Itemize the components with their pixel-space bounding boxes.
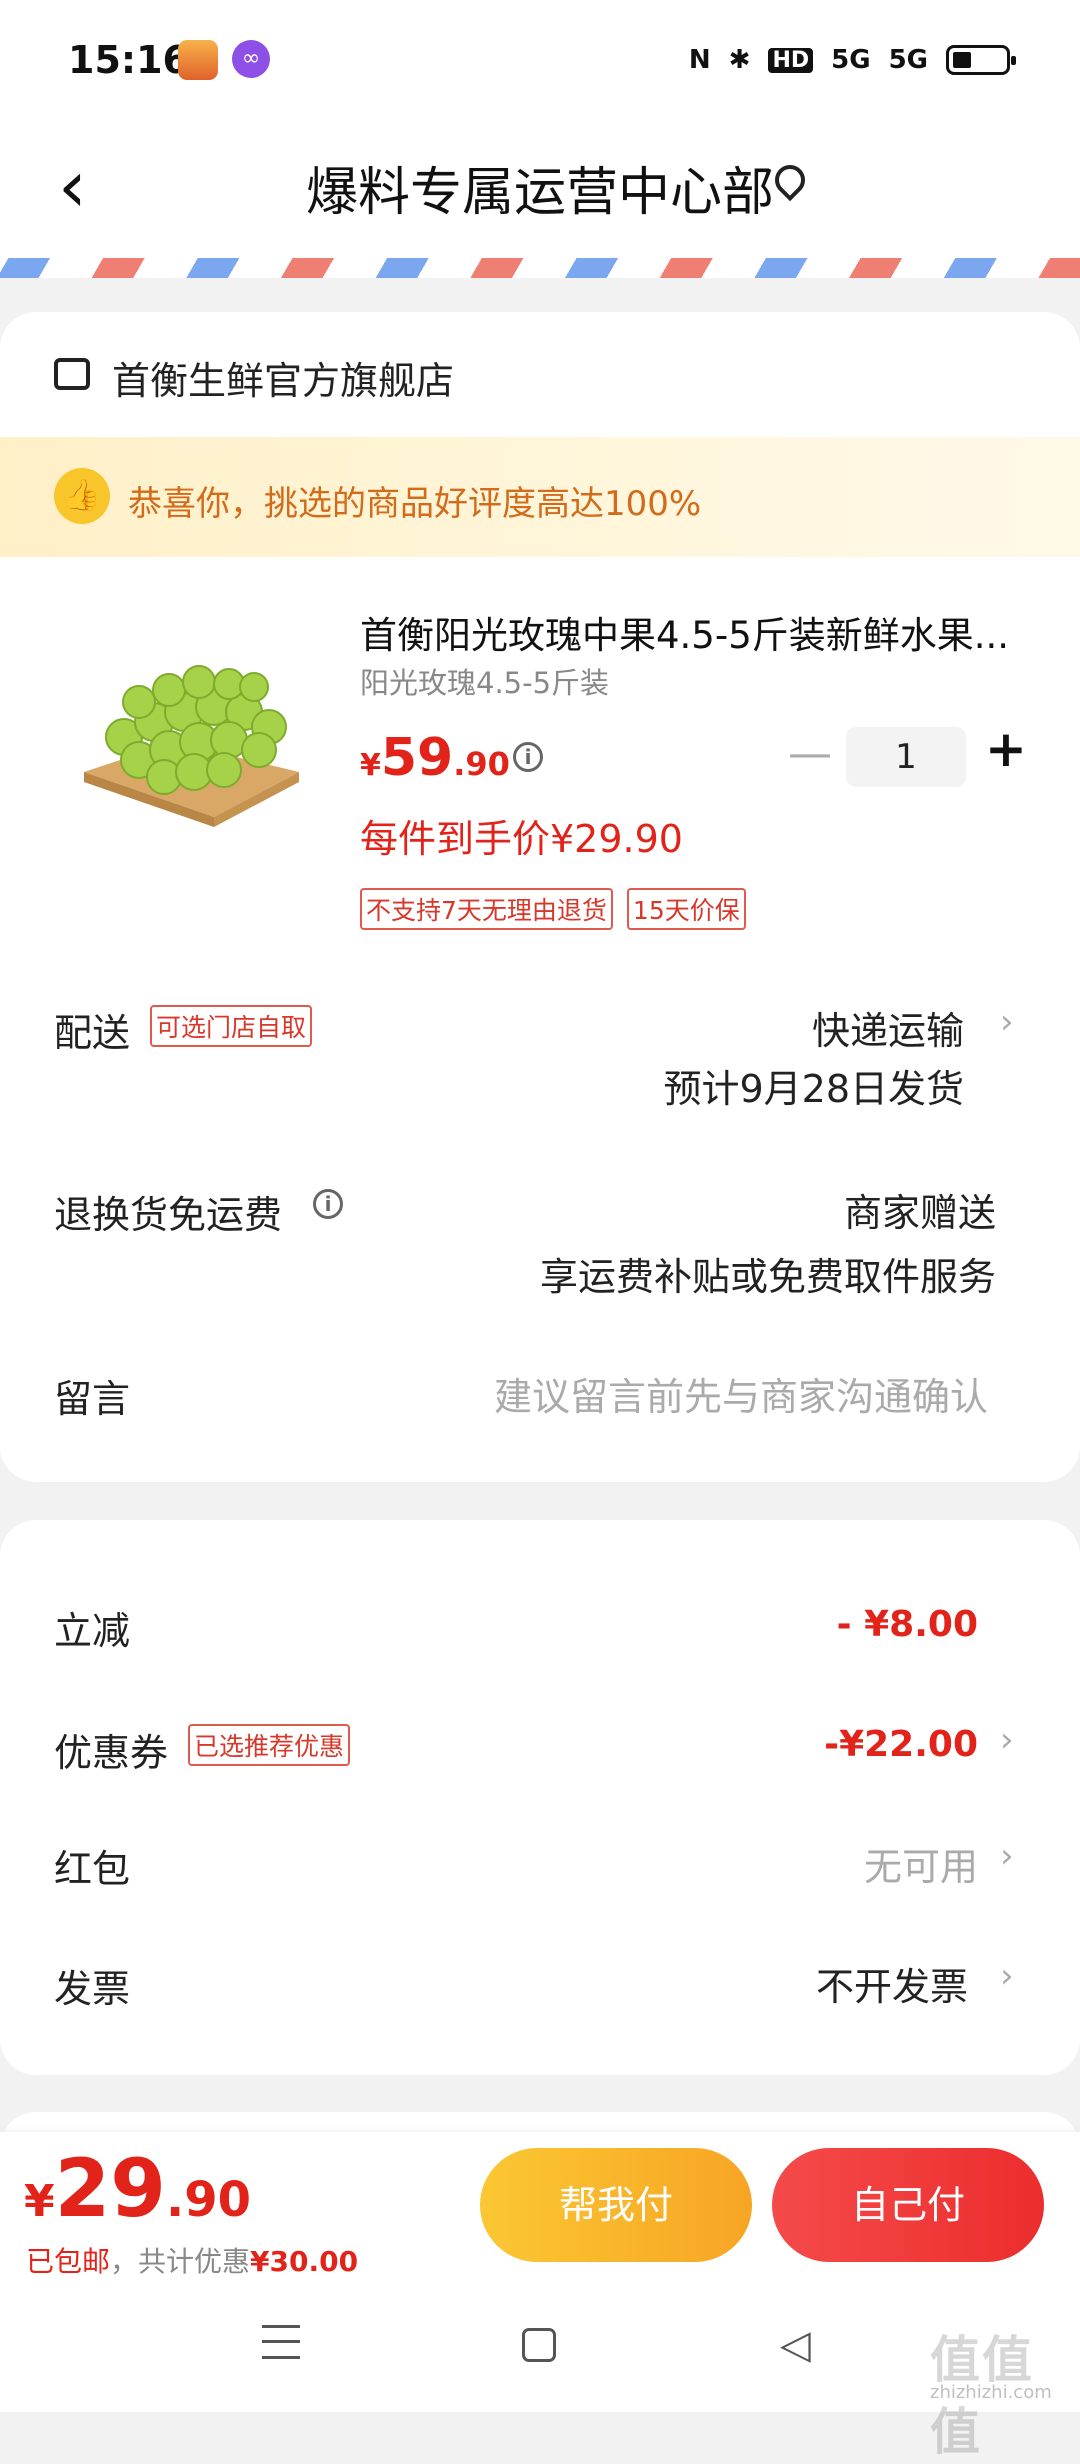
red-packet-value[interactable]: 无可用 (864, 1836, 978, 1891)
invoice-value[interactable]: 不开发票 (816, 1956, 968, 2011)
praise-text: 恭喜你，挑选的商品好评度高达100% (128, 484, 702, 524)
price-info-icon[interactable]: i (513, 742, 543, 772)
signal-5g-icon: 5G (831, 45, 871, 75)
recent-apps-icon[interactable] (262, 2325, 300, 2359)
return-shipping-value: 商家赠送 (843, 1191, 996, 1235)
delivery-estimate: 预计9月28日发货 (663, 1067, 964, 1111)
coupon-chevron-icon[interactable]: › (1000, 1720, 1014, 1760)
savings-label: ，共计优惠 (110, 2245, 251, 2278)
quantity-input[interactable]: 1 (846, 727, 966, 787)
final-unit-price: 每件到手价¥29.90 (360, 817, 683, 861)
price-currency: ¥ (360, 748, 381, 783)
quantity-plus-button[interactable]: + (985, 720, 1027, 778)
nav-back-icon[interactable]: ◁ (780, 2322, 811, 2368)
instant-discount-value: - ¥8.00 (836, 1604, 978, 1645)
home-icon[interactable] (522, 2328, 556, 2362)
delivery-label: 配送 (54, 1011, 131, 1055)
watermark-url: zhizhizhi.com (930, 2382, 1052, 2403)
product-tags: 不支持7天无理由退货 15天价保 (360, 888, 746, 930)
taobao-app-icon (178, 40, 218, 80)
price-decimal: .90 (453, 745, 510, 783)
signal-5g-icon-2: 5G (888, 45, 928, 75)
red-packet-label: 红包 (54, 1847, 131, 1891)
product-title[interactable]: 首衡阳光玫瑰中果4.5-5斤装新鲜水果... (360, 605, 1020, 659)
total-integer: 29 (54, 2142, 166, 2235)
red-packet-chevron-icon[interactable]: › (1000, 1836, 1014, 1876)
nfc-icon: N (688, 45, 711, 75)
delivery-method[interactable]: 快递运输 (812, 1000, 964, 1055)
price-integer: 59 (380, 728, 454, 788)
coupon-label: 优惠券 (54, 1731, 169, 1775)
savings-value: ¥30.00 (250, 2245, 359, 2278)
product-spec[interactable]: 阳光玫瑰4.5-5斤装 (360, 660, 609, 702)
invoice-chevron-icon[interactable]: › (1000, 1956, 1014, 1996)
battery-icon (946, 45, 1016, 75)
return-shipping-desc: 享运费补贴或免费取件服务 (539, 1255, 996, 1299)
coupon-selected-tag: 已选推荐优惠 (188, 1724, 351, 1766)
store-icon (54, 358, 90, 390)
infinity-app-icon: ∞ (232, 40, 270, 78)
product-price: ¥59.90 (360, 728, 510, 788)
no-return-tag: 不支持7天无理由退货 (360, 888, 613, 930)
invoice-label: 发票 (54, 1967, 131, 2011)
status-time: 15:16 (68, 38, 189, 82)
price-protect-tag: 15天价保 (626, 888, 746, 930)
return-info-icon[interactable]: i (313, 1189, 343, 1219)
return-shipping-label: 退换货免运费 (54, 1193, 283, 1237)
help-me-pay-button[interactable]: 帮我付 (480, 2148, 752, 2262)
total-price: ¥29.90 (24, 2142, 251, 2235)
thumbs-up-icon: 👍 (54, 468, 110, 524)
quantity-minus-button[interactable]: — (788, 728, 832, 779)
shipping-savings-line: 已包邮，共计优惠¥30.00 (26, 2240, 358, 2280)
delivery-chevron-icon[interactable]: › (1000, 1002, 1014, 1042)
instant-discount-label: 立减 (54, 1609, 131, 1653)
pickup-tag: 可选门店自取 (150, 1005, 313, 1047)
status-icons: N ✱ HD 5G 5G (688, 40, 1016, 80)
hd-icon: HD (768, 47, 814, 73)
bluetooth-icon: ✱ (728, 45, 751, 75)
pay-myself-button[interactable]: 自己付 (772, 2148, 1044, 2262)
message-label: 留言 (54, 1377, 131, 1421)
product-image[interactable] (64, 642, 314, 832)
coupon-value[interactable]: -¥22.00 (824, 1724, 978, 1765)
message-input[interactable]: 建议留言前先与商家沟通确认 (494, 1366, 988, 1421)
page-title: 爆料专属运营中心部 (305, 163, 774, 223)
store-name[interactable]: 首衡生鲜官方旗舰店 (112, 350, 454, 405)
address-divider-stripes (0, 258, 1080, 278)
free-shipping-text: 已包邮 (26, 2245, 111, 2278)
total-currency: ¥ (24, 2176, 55, 2227)
total-decimal: .90 (165, 2172, 251, 2228)
